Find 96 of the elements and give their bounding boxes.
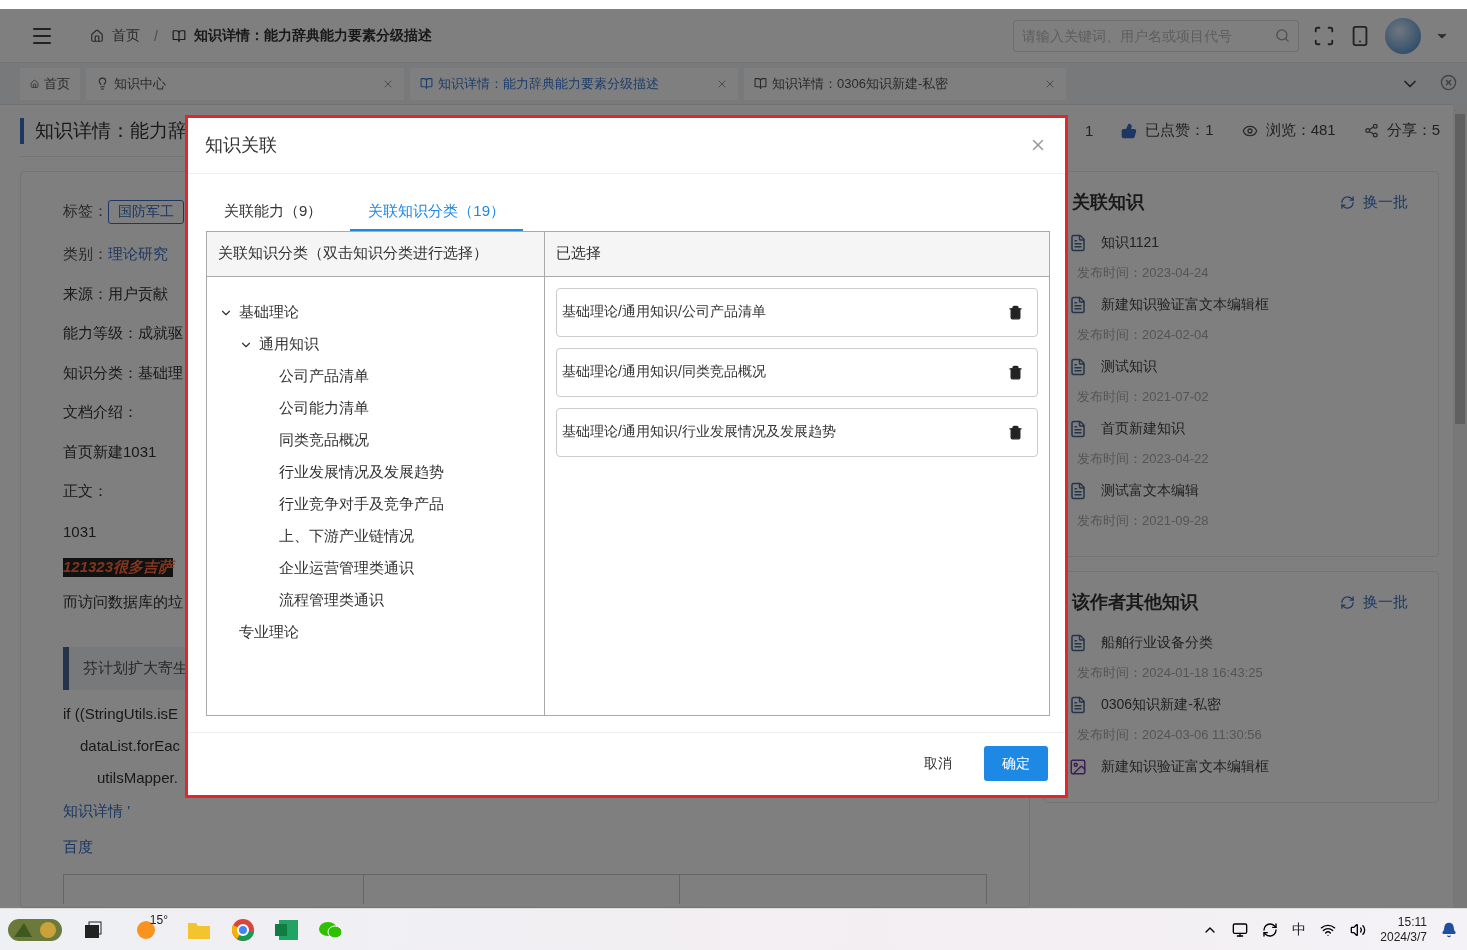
knowledge-link[interactable]: 知识1121 [1101,234,1160,252]
knowledge-link[interactable]: 新建知识验证富文本编辑框 [1101,758,1269,776]
refresh-link[interactable]: 换一批 [1363,192,1408,212]
refresh-link[interactable]: 换一批 [1363,592,1408,612]
refresh-icon[interactable] [1340,594,1355,610]
weather-text: 15° [149,912,168,927]
code-line: dataList.forEac [80,736,181,756]
document-icon [1069,696,1087,714]
book-icon [420,77,433,90]
document-icon [1069,358,1087,376]
document-icon [1069,634,1087,652]
detail-text: 1031 [63,522,97,540]
lightbulb-icon [96,77,109,90]
clock[interactable]: 15:11 2024/3/7 [1380,914,1427,945]
code-line: if ((StringUtils.isE [63,704,178,724]
delete-button[interactable] [1008,364,1023,380]
input-method[interactable]: 中 [1292,920,1307,939]
delete-button[interactable] [1008,304,1023,320]
knowledge-link[interactable]: 测试知识 [1101,358,1157,376]
tree-node[interactable]: 通用知识 [259,335,319,355]
tree-node[interactable]: 行业竞争对手及竞争产品 [279,495,444,515]
selected-path: 基础理论/通用知识/公司产品清单 [562,303,766,322]
breadcrumb-separator: / [154,27,158,44]
tree-node[interactable]: 上、下游产业链情况 [279,527,414,547]
knowledge-link[interactable]: 0306知识新建-私密 [1101,696,1221,714]
app-icon[interactable] [1232,921,1249,938]
page-tab[interactable]: 知识详情：能力辞典能力要素分级描述 [410,67,738,100]
delete-button[interactable] [1008,424,1023,440]
chat-icon[interactable] [319,919,343,940]
page-tab[interactable]: 首页 [20,67,80,100]
detail-text: 首页新建1031 [63,442,157,462]
tag: 国防军工 [108,199,184,224]
tree-node[interactable]: 公司能力清单 [279,399,369,419]
bell-icon[interactable] [1441,921,1457,938]
thumbs-up-icon [1121,122,1138,139]
confirm-button[interactable]: 确定 [984,746,1048,782]
stat-text: 已点赞：1 [1145,121,1214,140]
dialog-title: 知识关联 [205,134,277,158]
tree-node[interactable]: 流程管理类通识 [279,591,384,611]
document-icon [1069,296,1087,314]
dialog-tab[interactable]: 关联知识分类（19） [350,193,524,231]
page-tab[interactable]: 知识详情：0306知识新建-私密 [744,67,1066,100]
tree-node[interactable]: 行业发展情况及发展趋势 [279,463,444,483]
field-label: 类别： [63,245,108,265]
search-icon[interactable] [1275,27,1290,43]
image-icon [1069,758,1087,776]
book-icon [171,28,186,43]
home-icon [90,28,104,43]
field-label: 标签： [63,202,108,221]
fullscreen-icon[interactable] [1313,24,1335,47]
refresh-icon[interactable] [1340,194,1355,210]
detail-text: 知识分类：基础理 [63,363,183,383]
stat-text: 分享：5 [1386,121,1440,140]
share-icon [1363,123,1379,138]
breadcrumb-item[interactable]: 首页 [112,26,140,45]
page-tab[interactable]: 知识中心 [86,67,404,100]
tree-node[interactable]: 基础理论 [239,303,299,323]
column-header: 已选择 [545,231,1049,277]
home-icon [30,77,39,90]
breadcrumb-item[interactable]: 知识详情：能力辞典能力要素分级描述 [193,26,432,45]
stat-text: 浏览：481 [1265,121,1336,140]
task-view-icon[interactable] [83,919,103,940]
scrollbar[interactable] [1453,104,1467,908]
knowledge-link[interactable]: 首页新建知识 [1101,420,1185,438]
spreadsheet-icon[interactable] [275,918,299,941]
document-icon [1069,420,1087,438]
stat-text: 1 [1084,122,1094,139]
code-line: utilsMapper. [97,768,178,788]
cancel-button[interactable]: 取消 [910,746,966,782]
close-all-icon[interactable] [1440,73,1457,91]
selected-path: 基础理论/通用知识/同类竞品概况 [562,363,766,382]
category-link[interactable]: 理论研究 [108,245,168,265]
browser-icon[interactable] [231,917,255,942]
selected-path: 基础理论/通用知识/行业发展情况及发展趋势 [562,423,836,442]
sync-icon[interactable] [1262,921,1279,938]
tree-node[interactable]: 专业理论 [239,623,299,643]
text-link[interactable]: 知识详情 ' [63,802,131,821]
dialog-tab[interactable]: 关联能力（9） [206,193,341,231]
widget-drawing[interactable] [8,916,62,943]
tree-node[interactable]: 企业运营管理类通识 [279,559,414,579]
detail-text: 正文： [63,482,108,502]
volume-icon[interactable] [1350,921,1367,938]
knowledge-link[interactable]: 新建知识验证富文本编辑框 [1101,296,1269,314]
detail-text: 文档介绍： [63,403,138,423]
document-icon [1069,482,1087,500]
tree-node[interactable]: 同类竞品概况 [279,431,369,451]
detail-text: 来源：用户贡献 [63,284,168,304]
detail-text: 能力等级：成就驱 [63,324,183,344]
book-icon [754,77,767,90]
knowledge-link[interactable]: 测试富文本编辑 [1101,482,1199,500]
tree-node[interactable]: 公司产品清单 [279,367,369,387]
knowledge-link[interactable]: 船舶行业设备分类 [1101,634,1213,652]
column-header: 关联知识分类（双击知识分类进行选择） [207,231,545,277]
document-icon [1069,234,1087,252]
text-link[interactable]: 百度 [63,838,93,857]
detail-text: 而访问数据库的垃 [63,593,183,613]
